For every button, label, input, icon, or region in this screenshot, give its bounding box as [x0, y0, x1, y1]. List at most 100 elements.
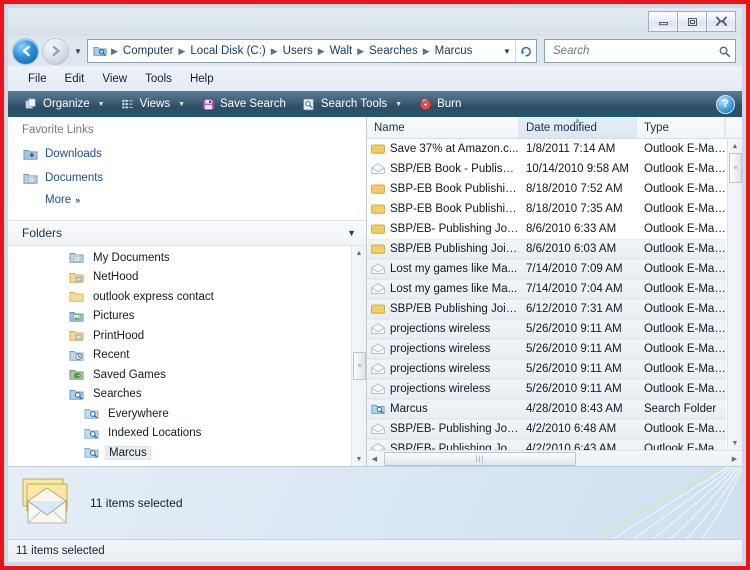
title-bar — [8, 8, 742, 36]
breadcrumb-separator: ▶ — [270, 45, 278, 56]
toolbar-views-button[interactable]: Views ▼ — [113, 92, 193, 116]
cell-name: projections wireless — [367, 341, 519, 357]
scrollbar-thumb[interactable]: ≡ — [353, 352, 366, 381]
favorite-link-documents[interactable]: Documents — [8, 166, 366, 190]
scroll-down-icon[interactable]: ▼ — [728, 436, 742, 450]
scrollbar-track[interactable]: ≡ — [728, 153, 742, 436]
scrollbar-thumb[interactable]: ≡ — [729, 153, 742, 183]
tree-item-outlook-express-contact[interactable]: outlook express contact — [8, 287, 352, 307]
toolbar-organize-button[interactable]: Organize ▼ — [16, 92, 113, 116]
cell-name-label: Lost my games like Ma... — [390, 263, 518, 275]
table-row[interactable]: SBP/EB- Publishing Join... 4/2/2010 6:48… — [367, 419, 726, 439]
table-row[interactable]: SBP-EB Book Publishin... 8/18/2010 7:52 … — [367, 179, 726, 199]
toolbar-search-tools-button[interactable]: Search Tools ▼ — [294, 92, 410, 116]
table-row[interactable]: projections wireless 5/26/2010 9:11 AM O… — [367, 359, 726, 379]
toolbar-search-tools-label: Search Tools — [320, 98, 388, 110]
favorite-link-downloads[interactable]: Downloads — [8, 142, 366, 166]
magnifier-icon[interactable] — [717, 45, 731, 58]
tree-item-marcus[interactable]: Marcus — [8, 443, 352, 463]
chevron-down-icon[interactable]: ▼ — [499, 47, 515, 56]
scroll-up-icon[interactable]: ▲ — [352, 246, 366, 260]
table-row[interactable]: projections wireless 5/26/2010 9:11 AM O… — [367, 339, 726, 359]
tree-item-my-documents[interactable]: My Documents — [8, 248, 352, 268]
mail-read-icon — [370, 341, 386, 357]
tree-item-everywhere[interactable]: Everywhere — [8, 404, 352, 424]
cell-name-label: SBP/EB- Publishing Join... — [390, 443, 519, 450]
table-row[interactable]: Lost my games like Ma... 7/14/2010 7:09 … — [367, 259, 726, 279]
breadcrumb-item-users[interactable]: Users — [281, 45, 315, 57]
table-row[interactable]: Marcus 4/28/2010 8:43 AM Search Folder — [367, 399, 726, 419]
breadcrumb-item-local-disk[interactable]: Local Disk (C:) — [188, 45, 267, 57]
list-vertical-scrollbar[interactable]: ▲ ≡ ▼ — [727, 139, 742, 450]
breadcrumb-item-computer[interactable]: Computer — [121, 45, 176, 57]
column-header-type[interactable]: Type — [637, 117, 725, 138]
breadcrumb-item-walt[interactable]: Walt — [328, 45, 355, 57]
minimize-icon[interactable] — [648, 11, 678, 32]
cell-date: 5/26/2010 9:11 AM — [526, 343, 622, 355]
menu-edit[interactable]: Edit — [57, 71, 93, 87]
table-row[interactable]: Lost my games like Ma... 7/14/2010 7:04 … — [367, 279, 726, 299]
breadcrumb-item-searches[interactable]: Searches — [367, 45, 420, 57]
search-input[interactable] — [551, 44, 717, 58]
scroll-up-icon[interactable]: ▲ — [728, 139, 742, 153]
column-header-name[interactable]: Name — [367, 117, 519, 138]
help-button[interactable]: ? — [716, 95, 735, 114]
maximize-icon[interactable] — [677, 11, 707, 32]
toolbar-burn-button[interactable]: Burn — [410, 92, 469, 116]
table-row[interactable]: SBP/EB- Publishing Join... 4/2/2010 6:43… — [367, 439, 726, 450]
tree-item-saved-games[interactable]: Saved Games — [8, 365, 352, 385]
mail-read-icon — [370, 421, 386, 437]
tree-item-printhood[interactable]: PrintHood — [8, 326, 352, 346]
folders-section-header[interactable]: Folders ▼ — [8, 220, 366, 246]
cell-name: projections wireless — [367, 321, 519, 337]
favorite-links-more-button[interactable]: More » — [8, 190, 366, 210]
cell-name: SBP/EB Publishing Joint... — [367, 241, 519, 257]
cell-name: SBP-EB Book Publishin... — [367, 201, 519, 217]
search-box[interactable] — [544, 39, 736, 63]
menu-view[interactable]: View — [94, 71, 135, 87]
table-row[interactable]: SBP/EB Publishing Joint... 6/12/2010 7:3… — [367, 299, 726, 319]
close-icon[interactable] — [706, 11, 736, 32]
cell-type: Outlook E-Mail Me. — [644, 143, 726, 155]
chevron-down-icon[interactable]: ▼ — [347, 228, 356, 238]
back-arrow-icon[interactable] — [12, 37, 39, 65]
menu-help[interactable]: Help — [182, 71, 222, 87]
table-row[interactable]: SBP/EB- Publishing Join... 8/6/2010 6:33… — [367, 219, 726, 239]
scrollbar-thumb[interactable]: ||| — [384, 452, 576, 466]
table-row[interactable]: Save 37% at Amazon.c... 1/8/2011 7:14 AM… — [367, 139, 726, 159]
history-dropdown-icon[interactable]: ▼ — [72, 40, 84, 62]
folder-icon — [68, 289, 84, 305]
scroll-right-icon[interactable]: ▶ — [727, 451, 742, 466]
tree-item-nethood[interactable]: NetHood — [8, 268, 352, 288]
table-row[interactable]: projections wireless 5/26/2010 9:11 AM O… — [367, 319, 726, 339]
table-row[interactable]: SBP/EB Publishing Joint... 8/6/2010 6:03… — [367, 239, 726, 259]
scrollbar-track[interactable]: ||| — [382, 451, 727, 466]
forward-arrow-icon[interactable] — [42, 37, 69, 65]
table-row[interactable]: SBP-EB Book Publishin... 8/18/2010 7:35 … — [367, 199, 726, 219]
cell-type: Search Folder — [644, 403, 717, 415]
menu-tools[interactable]: Tools — [137, 71, 180, 87]
mail-unread-icon — [370, 201, 386, 217]
menu-file[interactable]: File — [20, 71, 55, 87]
cell-name-label: SBP/EB Publishing Joint... — [390, 303, 519, 315]
tree-item-pictures[interactable]: Pictures — [8, 307, 352, 327]
tree-item-indexed-locations[interactable]: Indexed Locations — [8, 424, 352, 444]
cell-date: 8/6/2010 6:33 AM — [526, 223, 617, 235]
tree-item-recent[interactable]: Recent — [8, 346, 352, 366]
breadcrumb-item-marcus[interactable]: Marcus — [433, 45, 475, 57]
tree-item-searches[interactable]: Searches — [8, 385, 352, 405]
table-row[interactable]: projections wireless 5/26/2010 9:11 AM O… — [367, 379, 726, 399]
list-horizontal-scrollbar[interactable]: ◀ ||| ▶ — [367, 450, 742, 466]
refresh-icon[interactable] — [515, 40, 536, 62]
cell-name: SBP-EB Book Publishin... — [367, 181, 519, 197]
scroll-left-icon[interactable]: ◀ — [367, 451, 382, 466]
tree-vertical-scrollbar[interactable]: ▲ ≡ ▼ — [351, 246, 366, 466]
scrollbar-track[interactable]: ≡ — [352, 260, 366, 452]
column-header-date-modified[interactable]: ▲ Date modified — [519, 117, 637, 138]
scroll-down-icon[interactable]: ▼ — [352, 452, 366, 466]
table-row[interactable]: SBP/EB Book - Publishi... 10/14/2010 9:5… — [367, 159, 726, 179]
downloads-folder-icon — [22, 146, 38, 162]
mail-read-icon — [370, 441, 386, 450]
toolbar-save-search-button[interactable]: Save Search — [193, 92, 294, 116]
breadcrumb-bar[interactable]: ▶ Computer ▶ Local Disk (C:) ▶ Users ▶ W… — [87, 39, 537, 63]
